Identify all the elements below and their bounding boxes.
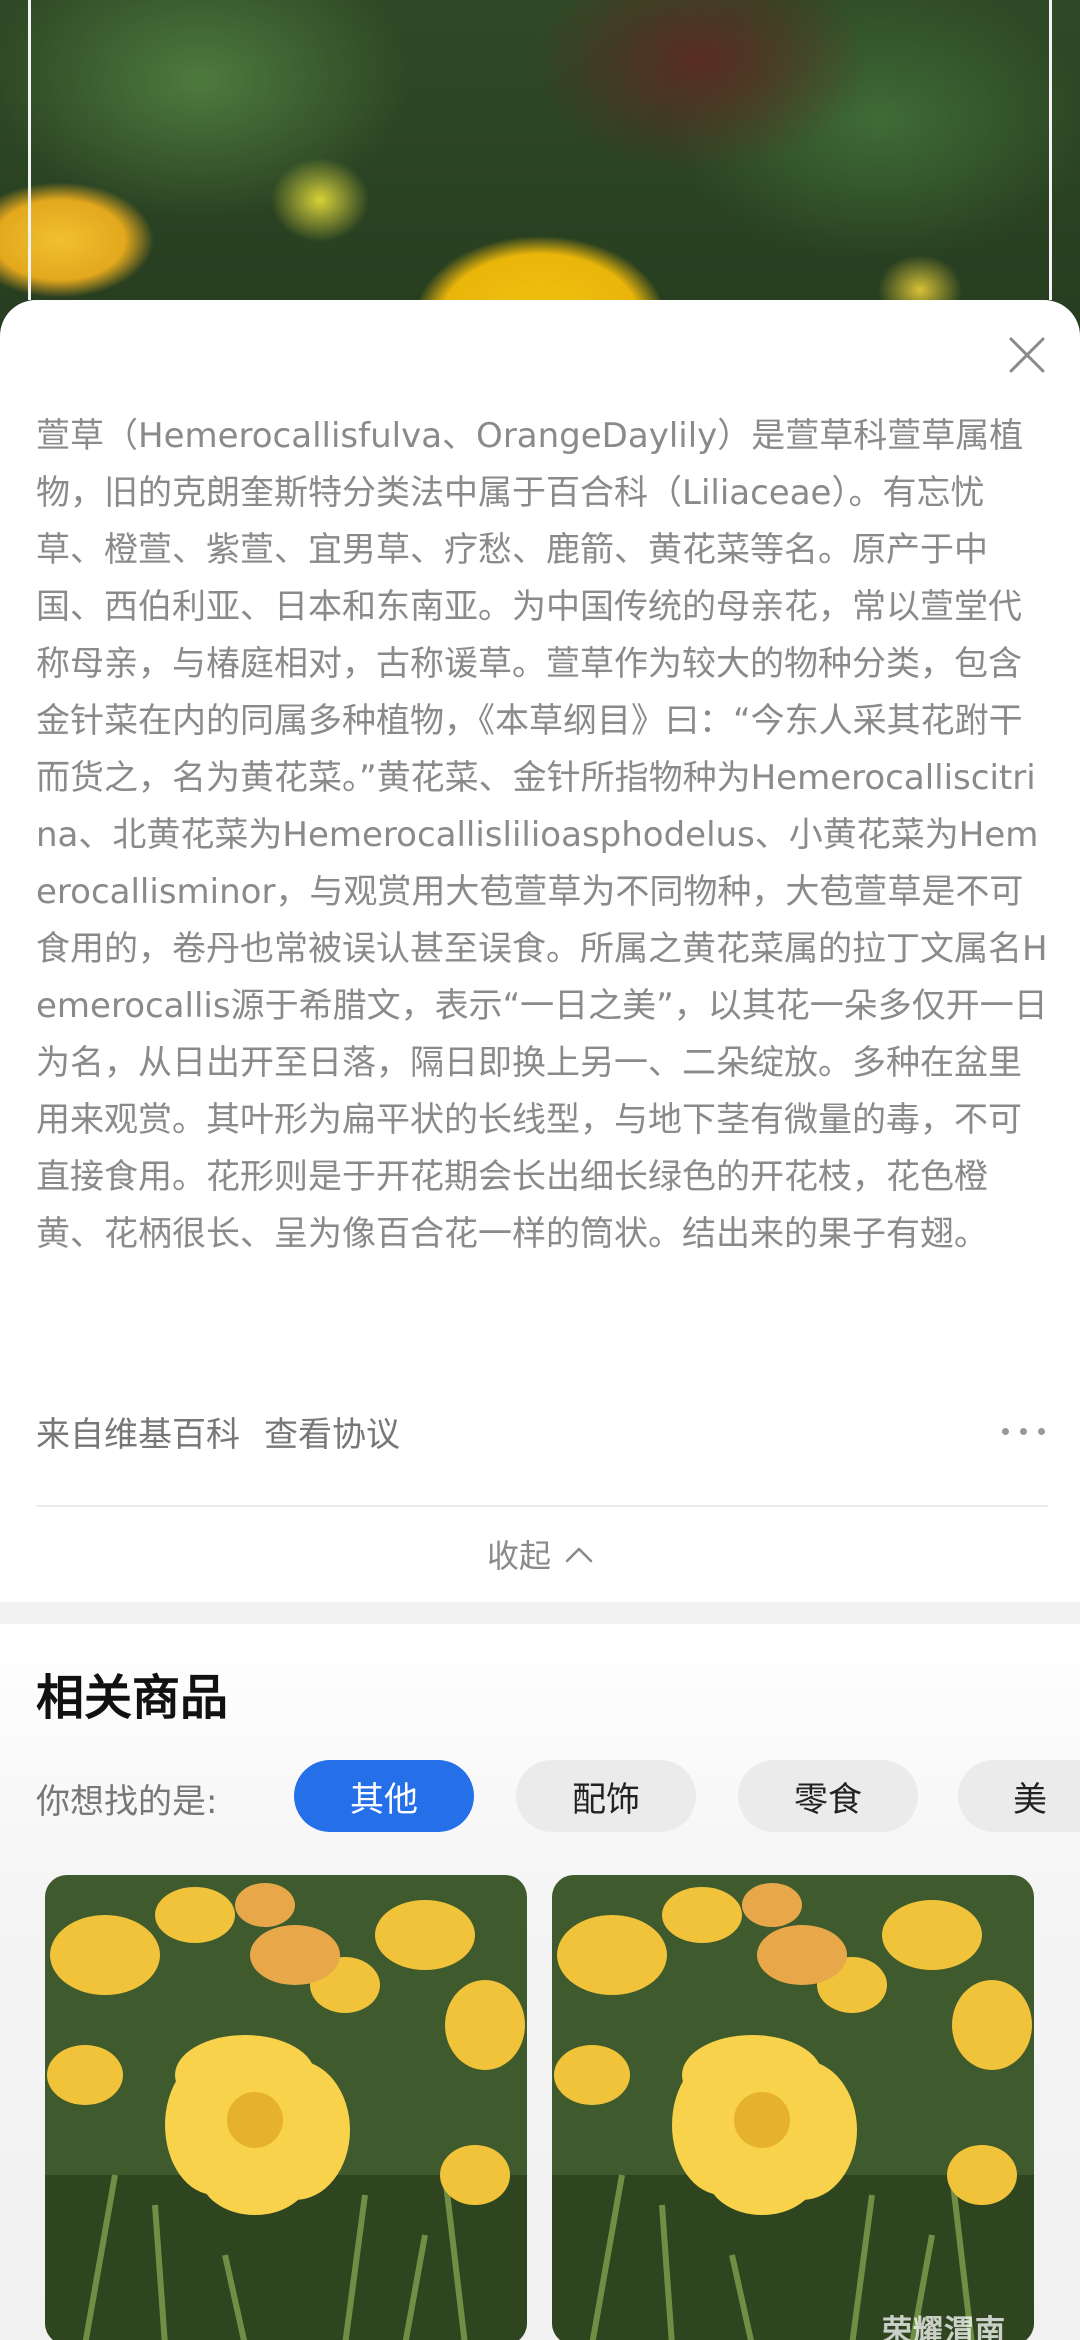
- chip-beauty[interactable]: 美: [958, 1760, 1080, 1832]
- more-button[interactable]: [1002, 1419, 1048, 1443]
- section-title: 相关商品: [36, 1670, 229, 1726]
- product-image: [552, 1875, 1034, 2340]
- source-label: 来自维基百科: [36, 1414, 240, 1455]
- page: 萱草（Hemerocallisfulva、OrangeDaylily）是萱草科萱…: [0, 0, 1080, 2340]
- product-card[interactable]: [45, 1875, 527, 2340]
- collapse-label: 收起: [486, 1537, 551, 1575]
- close-button[interactable]: [1000, 328, 1054, 382]
- chip-prompt: 你想找的是:: [36, 1782, 218, 1822]
- chevron-up-icon: [565, 1547, 593, 1563]
- info-sheet: 萱草（Hemerocallisfulva、OrangeDaylily）是萱草科萱…: [0, 300, 1080, 1602]
- photo-frame-left: [28, 0, 31, 300]
- view-protocol-link[interactable]: 查看协议: [264, 1407, 400, 1456]
- chip-accessories[interactable]: 配饰: [516, 1760, 696, 1832]
- divider: [36, 1505, 1048, 1507]
- category-chip-row: 你想找的是: 其他 配饰 零食 美: [0, 1756, 1080, 1836]
- product-card[interactable]: [552, 1875, 1034, 2340]
- photo-frame-right: [1049, 0, 1052, 300]
- collapse-button[interactable]: 收起: [0, 1524, 1080, 1584]
- more-dots-icon: [1002, 1428, 1009, 1435]
- section-gap: [0, 1602, 1080, 1624]
- chip-other[interactable]: 其他: [294, 1760, 474, 1832]
- chip-snacks[interactable]: 零食: [738, 1760, 918, 1832]
- product-image: [45, 1875, 527, 2340]
- article-text: 萱草（Hemerocallisfulva、OrangeDaylily）是萱草科萱…: [36, 416, 1048, 1254]
- related-products-section: 相关商品 你想找的是: 其他 配饰 零食 美 荣耀渭南: [0, 1624, 1080, 2340]
- source-row: 来自维基百科 查看协议: [36, 1401, 1048, 1461]
- watermark: 荣耀渭南: [882, 2314, 1006, 2340]
- close-icon: [1009, 337, 1045, 373]
